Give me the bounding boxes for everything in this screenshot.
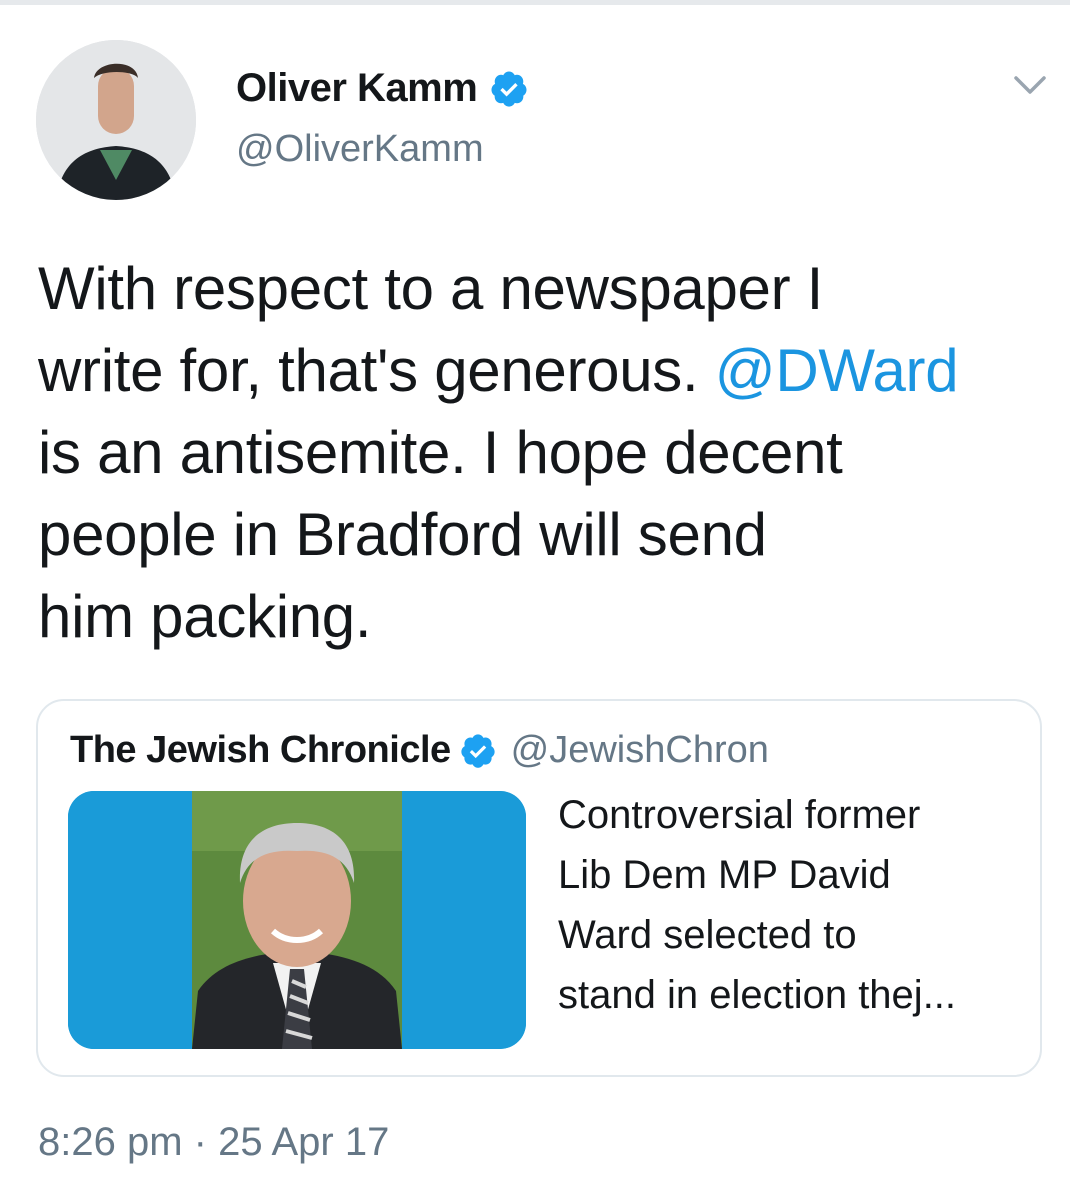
quoted-tweet-text: Controversial former Lib Dem MP David Wa… (558, 793, 957, 1017)
verified-badge-icon (459, 732, 497, 770)
mention-link[interactable]: @DWard (715, 337, 959, 404)
tweet-text: With respect to a newspaper I write for,… (38, 248, 1048, 658)
quoted-author-handle: @JewishChron (510, 729, 769, 771)
quoted-author-name: The Jewish Chronicle (70, 729, 451, 771)
quoted-article-image (68, 791, 526, 1049)
author-handle[interactable]: @OliverKamm (236, 128, 484, 171)
quoted-tweet-card[interactable]: The Jewish Chronicle @JewishChron Contro… (36, 699, 1042, 1077)
tweet-text-line: With respect to a newspaper I (38, 255, 824, 322)
chevron-down-icon[interactable] (1010, 70, 1050, 100)
verified-badge-icon (489, 69, 529, 109)
author-avatar[interactable] (36, 40, 196, 200)
tweet-timestamp[interactable]: 8:26 pm · 25 Apr 17 (38, 1120, 389, 1165)
tweet-text-rest: is an antisemite. I hope decent people i… (38, 419, 843, 650)
top-divider (0, 0, 1070, 5)
tweet-text-line: write for, that's generous. (38, 337, 715, 404)
author-name[interactable]: Oliver Kamm (236, 66, 478, 111)
